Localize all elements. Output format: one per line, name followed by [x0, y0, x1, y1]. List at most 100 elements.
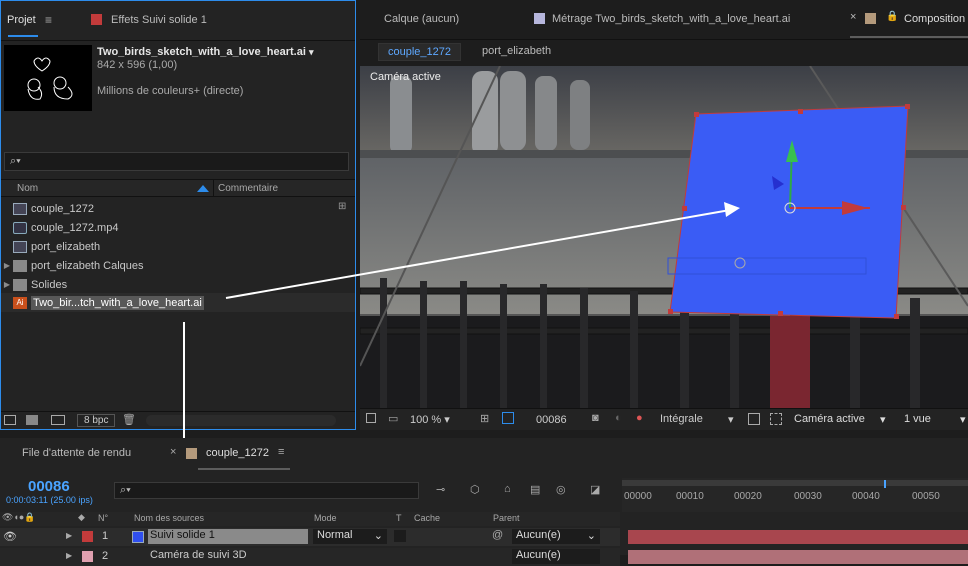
comp-tab-active[interactable]: couple_1272 [378, 43, 462, 61]
preview-colors: Millions de couleurs+ (directe) [97, 85, 244, 97]
comp-label-swatch [865, 13, 876, 24]
preview-thumbnail [4, 45, 92, 111]
label-icon: ◆ [78, 512, 85, 522]
ruler-tick: 00050 [912, 491, 940, 502]
timeline-panel: File d'attente de rendu × couple_1272 ≡ … [0, 438, 968, 566]
resolution-select[interactable]: Intégrale ▾ [660, 413, 740, 426]
work-area-bar[interactable] [622, 480, 968, 486]
parent-select[interactable]: Aucun(e) ⌄ [512, 529, 600, 544]
project-item[interactable]: couple_1272.mp4 [1, 218, 355, 237]
col-source-name: Nom des sources [134, 513, 205, 523]
label-color-swatch [91, 14, 102, 25]
project-item[interactable]: couple_1272 [1, 199, 355, 218]
layer-row[interactable]: 👁 ▶ 1 Suivi solide 1 Normal ⌄ @ Aucun(e) ⌄ [0, 528, 620, 546]
ruler-tick: 00020 [734, 491, 762, 502]
tab-footage[interactable]: Métrage Two_birds_sketch_with_a_love_hea… [552, 13, 790, 25]
trash-icon[interactable]: 🗑 [122, 413, 136, 426]
col-t: T [396, 513, 402, 523]
tab-timeline-comp[interactable]: couple_1272 [206, 447, 269, 459]
layer-row[interactable]: ▶ 2 Caméra de suivi 3D Aucun(e) [0, 548, 620, 566]
layer-name[interactable]: Suivi solide 1 [148, 529, 308, 544]
tab-effects[interactable]: Effets Suivi solide 1 [111, 14, 207, 26]
bit-depth-button[interactable]: 8 bpc [77, 414, 116, 427]
parent-select[interactable]: Aucun(e) [512, 549, 600, 564]
interpret-footage-icon[interactable] [4, 415, 16, 425]
camera-select[interactable]: Caméra active ▾ [794, 413, 894, 426]
layer-duration-bar[interactable] [628, 550, 968, 564]
col-mode: Mode [314, 513, 337, 523]
transparency-grid-icon[interactable] [770, 413, 782, 425]
3d-draft-icon[interactable]: ⬡ [470, 483, 480, 496]
tab-project[interactable]: Projet [7, 14, 36, 26]
tab-render-queue[interactable]: File d'attente de rendu [22, 447, 131, 459]
illustrator-file-icon: Ai [13, 296, 27, 309]
blend-mode-select[interactable]: Normal ⌄ [313, 529, 387, 544]
monitor-icon[interactable]: ▭ [388, 412, 398, 425]
playhead[interactable] [884, 480, 886, 488]
preserve-transparency-toggle[interactable] [394, 530, 406, 542]
sort-ascending-icon[interactable] [197, 185, 209, 192]
tab-layer[interactable]: Calque (aucun) [384, 13, 459, 25]
composition-viewer[interactable]: Caméra active [360, 66, 968, 408]
current-time-sub: 0:00:03:11 (25.00 ips) [6, 495, 93, 505]
expand-triangle-icon: ▶ [3, 280, 11, 289]
snapshot-region-icon[interactable] [366, 413, 376, 423]
birds-sketch-icon [27, 57, 73, 100]
close-icon[interactable]: × [850, 11, 856, 23]
region-of-interest-icon[interactable] [748, 413, 760, 425]
av-switches-icon: 👁◖●🔒 [2, 512, 36, 522]
preview-title[interactable]: Two_birds_sketch_with_a_love_heart.ai ▾ [97, 46, 313, 58]
scene-image [360, 66, 968, 408]
project-item[interactable]: ▶ port_elizabeth Calques [1, 256, 355, 275]
layer-duration-bar[interactable] [628, 530, 968, 544]
current-frame[interactable]: 00086 [536, 414, 567, 426]
panel-menu-icon[interactable]: ≡ [45, 13, 52, 27]
project-item[interactable]: port_elizabeth [1, 237, 355, 256]
viewer-tabs: Calque (aucun) Métrage Two_birds_sketch_… [360, 0, 968, 40]
graph-editor-icon[interactable]: ◪ [590, 483, 600, 496]
visibility-icon[interactable]: 👁 [3, 530, 17, 543]
time-ruler[interactable]: 00000 00010 00020 00030 00040 00050 [622, 478, 968, 512]
layer-number: 1 [102, 530, 109, 542]
composition-flowchart-icon[interactable]: ⊸ [436, 483, 445, 496]
3d-view-icon[interactable] [502, 412, 514, 424]
project-item[interactable]: ▶ Solides [1, 275, 355, 294]
tab-composition[interactable]: Composition [904, 13, 965, 25]
project-item-selected[interactable]: Ai Two_bir...tch_with_a_love_heart.ai [1, 293, 355, 312]
lock-icon[interactable]: 🔒 [886, 11, 898, 22]
layer-label-swatch[interactable] [82, 551, 93, 562]
channels-icon[interactable]: ● [636, 412, 643, 424]
close-icon[interactable]: × [170, 446, 176, 458]
show-snapshot-icon[interactable]: ◐ [615, 412, 622, 424]
timeline-search-input[interactable]: ⌕▾ [114, 482, 419, 499]
solid-icon [132, 531, 144, 543]
layer-columns-header: 👁◖●🔒 ◆ N° Nom des sources Mode T Cache P… [0, 512, 620, 526]
layer-label-swatch[interactable] [82, 531, 93, 542]
motion-blur-icon[interactable]: ◎ [556, 483, 566, 496]
grid-icon[interactable]: ⊞ [480, 412, 489, 425]
ruler-tick: 00030 [794, 491, 822, 502]
project-columns-header: Nom Commentaire [1, 179, 355, 197]
horizontal-scrollbar[interactable] [146, 415, 336, 426]
views-select[interactable]: 1 vue ▾ [904, 413, 966, 426]
camera-snapshot-icon[interactable]: ◙ [592, 412, 599, 424]
expand-triangle-icon[interactable]: ▶ [66, 531, 72, 540]
frame-blending-icon[interactable]: ▤ [530, 483, 540, 496]
current-time[interactable]: 00086 [28, 478, 70, 495]
layer-name[interactable]: Caméra de suivi 3D [150, 549, 247, 561]
composition-icon [13, 202, 27, 215]
project-search-input[interactable]: ⌕▾ [4, 152, 349, 171]
expand-triangle-icon[interactable]: ▶ [66, 551, 72, 560]
project-panel: Projet ≡ Effets Suivi solide 1 Two_birds… [0, 0, 356, 430]
col-name[interactable]: Nom [17, 183, 38, 194]
shy-icon[interactable]: ⌂ [504, 483, 511, 495]
new-folder-icon[interactable] [26, 415, 38, 425]
comp-breadcrumb: couple_1272 port_elizabeth [360, 40, 968, 64]
active-tab-indicator [850, 36, 968, 38]
comp-tab[interactable]: port_elizabeth [482, 45, 551, 57]
panel-menu-icon[interactable]: ≡ [278, 446, 284, 458]
col-comment[interactable]: Commentaire [218, 183, 278, 194]
pickwhip-icon[interactable]: @ [492, 529, 503, 541]
zoom-select[interactable]: 100 % ▾ [410, 413, 450, 426]
new-composition-icon[interactable] [51, 415, 65, 425]
